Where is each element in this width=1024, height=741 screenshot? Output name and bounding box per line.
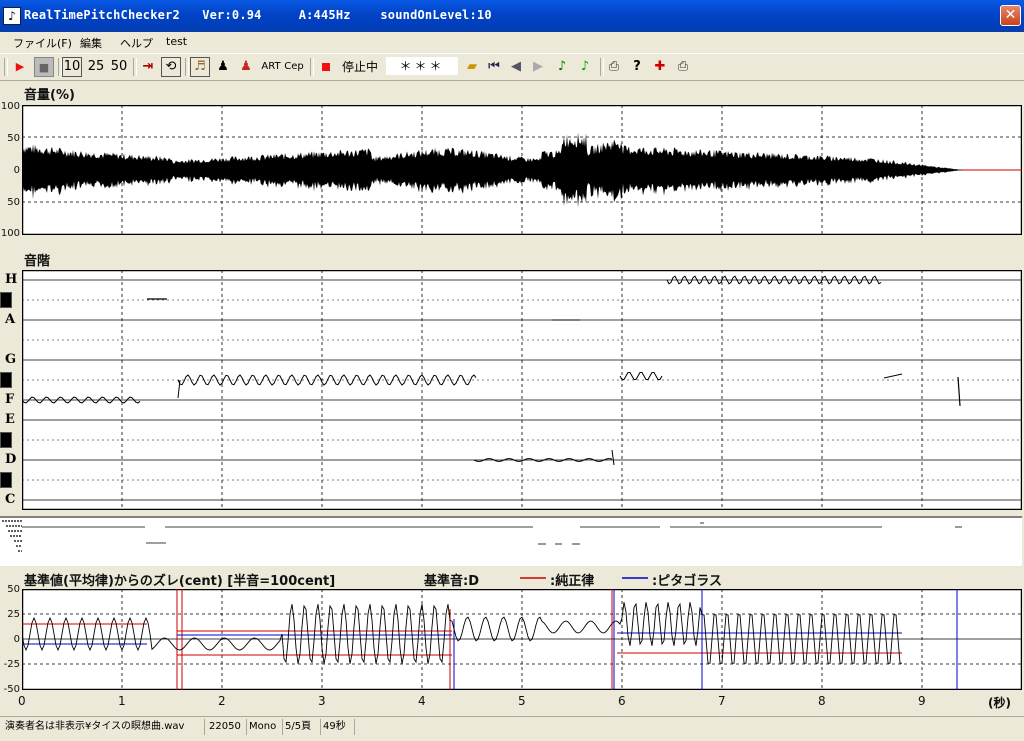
prev-page-icon[interactable]: ◀ [506,57,526,77]
speed-10-button[interactable]: 10 [62,57,82,77]
pitch-trace [22,270,1022,510]
time-tick: 6 [618,694,626,708]
volume-waveform [22,105,1022,235]
singer-red-icon[interactable]: ♟ [236,57,256,77]
jump-end-icon[interactable]: ⇥ [138,57,158,77]
deviation-tick: 25 [7,609,20,620]
legend-pythagorean-swatch [622,577,648,579]
black-key [0,372,12,388]
repeat-icon[interactable]: ⟲ [161,57,181,77]
time-unit: (秒) [988,696,1011,710]
volume-tick: 0 [13,165,20,176]
base-note-label: 基準音:D [424,574,479,589]
print-alt-icon[interactable]: ⎙ [673,57,693,77]
note-label-h: H [5,272,18,287]
note-strip [0,516,1022,566]
marker-icon[interactable]: ✚ [650,57,670,77]
menu-edit[interactable]: 編集 [80,35,102,51]
note-label-a: A [5,312,16,327]
status-channel: Mono [246,719,283,735]
note-label-d: D [5,452,17,467]
close-button[interactable]: ✕ [1000,5,1021,26]
time-tick: 5 [518,694,526,708]
status-label: 停止中 [341,60,378,74]
deviation-tick: 0 [13,634,20,645]
time-tick: 2 [218,694,226,708]
menu-file[interactable]: ファイル(F) [13,35,72,51]
deviation-label: 基準値(平均律)からのズレ(cent) [半音=100cent] [24,574,336,589]
note-display: ＊＊＊ [386,57,458,75]
skip-first-icon[interactable]: ⏮ [484,57,504,77]
scale-label: 音階 [24,254,51,269]
speed-25-button[interactable]: 25 [86,57,106,77]
menu-test[interactable]: test [166,35,187,48]
time-tick: 8 [818,694,826,708]
speed-50-button[interactable]: 50 [109,57,129,77]
note-label-c: C [5,492,16,507]
time-tick: 9 [918,694,926,708]
legend-pythagorean-label: :ピタゴラス [652,574,722,589]
volume-label: 音量(%) [24,88,75,103]
volume-tick: 100 [0,228,20,239]
art-button[interactable]: ART [260,57,282,77]
status-duration: 49秒 [320,719,355,735]
note-label-g: G [5,352,17,367]
black-key [0,472,12,488]
black-key [0,292,12,308]
deviation-plot [22,589,1022,690]
violin-icon[interactable]: ♬ [190,57,210,77]
status-file: 演奏者名は非表示¥タイスの瞑想曲.wav [2,719,205,735]
print-icon[interactable]: ⎙ [604,57,624,77]
time-tick: 3 [318,694,326,708]
singer-black-icon[interactable]: ♟ [213,57,233,77]
status-rate: 22050 [206,719,247,735]
open-folder-icon[interactable]: ▰ [462,57,482,77]
window-title: RealTimePitchChecker2 Ver:0.94 A:445Hz s… [24,8,492,22]
cep-button[interactable]: Cep [283,57,305,77]
time-tick: 0 [18,694,26,708]
volume-tick: 50 [7,133,20,144]
volume-tick: 100 [0,101,20,112]
menu-help[interactable]: ヘルプ [120,35,153,51]
stop-button[interactable]: ■ [34,57,54,77]
status-bar: 演奏者名は非表示¥タイスの瞑想曲.wav 22050 Mono 5/5頁 49秒 [0,716,1024,741]
legend-just-label: :純正律 [550,574,595,589]
toolbar: ▶ ■ 10 25 50 ⇥ ⟲ ♬ ♟ ♟ ART Cep 停止中 ＊＊＊ ▰… [0,53,1024,81]
next-page-icon[interactable]: ▶ [528,57,548,77]
app-icon: ♪ [3,7,21,25]
time-tick: 1 [118,694,126,708]
note-alt-icon[interactable]: ♪ [575,57,595,77]
title-bar: ♪ RealTimePitchChecker2 Ver:0.94 A:445Hz… [0,0,1024,32]
deviation-tick: -25 [3,659,20,670]
deviation-tick: -50 [3,684,20,695]
note-icon[interactable]: ♪ [552,57,572,77]
status-page: 5/5頁 [282,719,321,735]
time-tick: 4 [418,694,426,708]
record-icon[interactable] [316,57,336,77]
help-icon[interactable]: ? [627,57,647,77]
deviation-tick: 50 [7,584,20,595]
note-label-f: F [5,392,15,407]
legend-just-swatch [520,577,546,579]
time-tick: 7 [718,694,726,708]
volume-tick: 50 [7,197,20,208]
menu-bar: ファイル(F) 編集 ヘルプ test [0,32,1024,52]
note-label-e: E [5,412,15,427]
black-key [0,432,12,448]
play-button[interactable]: ▶ [10,57,30,77]
